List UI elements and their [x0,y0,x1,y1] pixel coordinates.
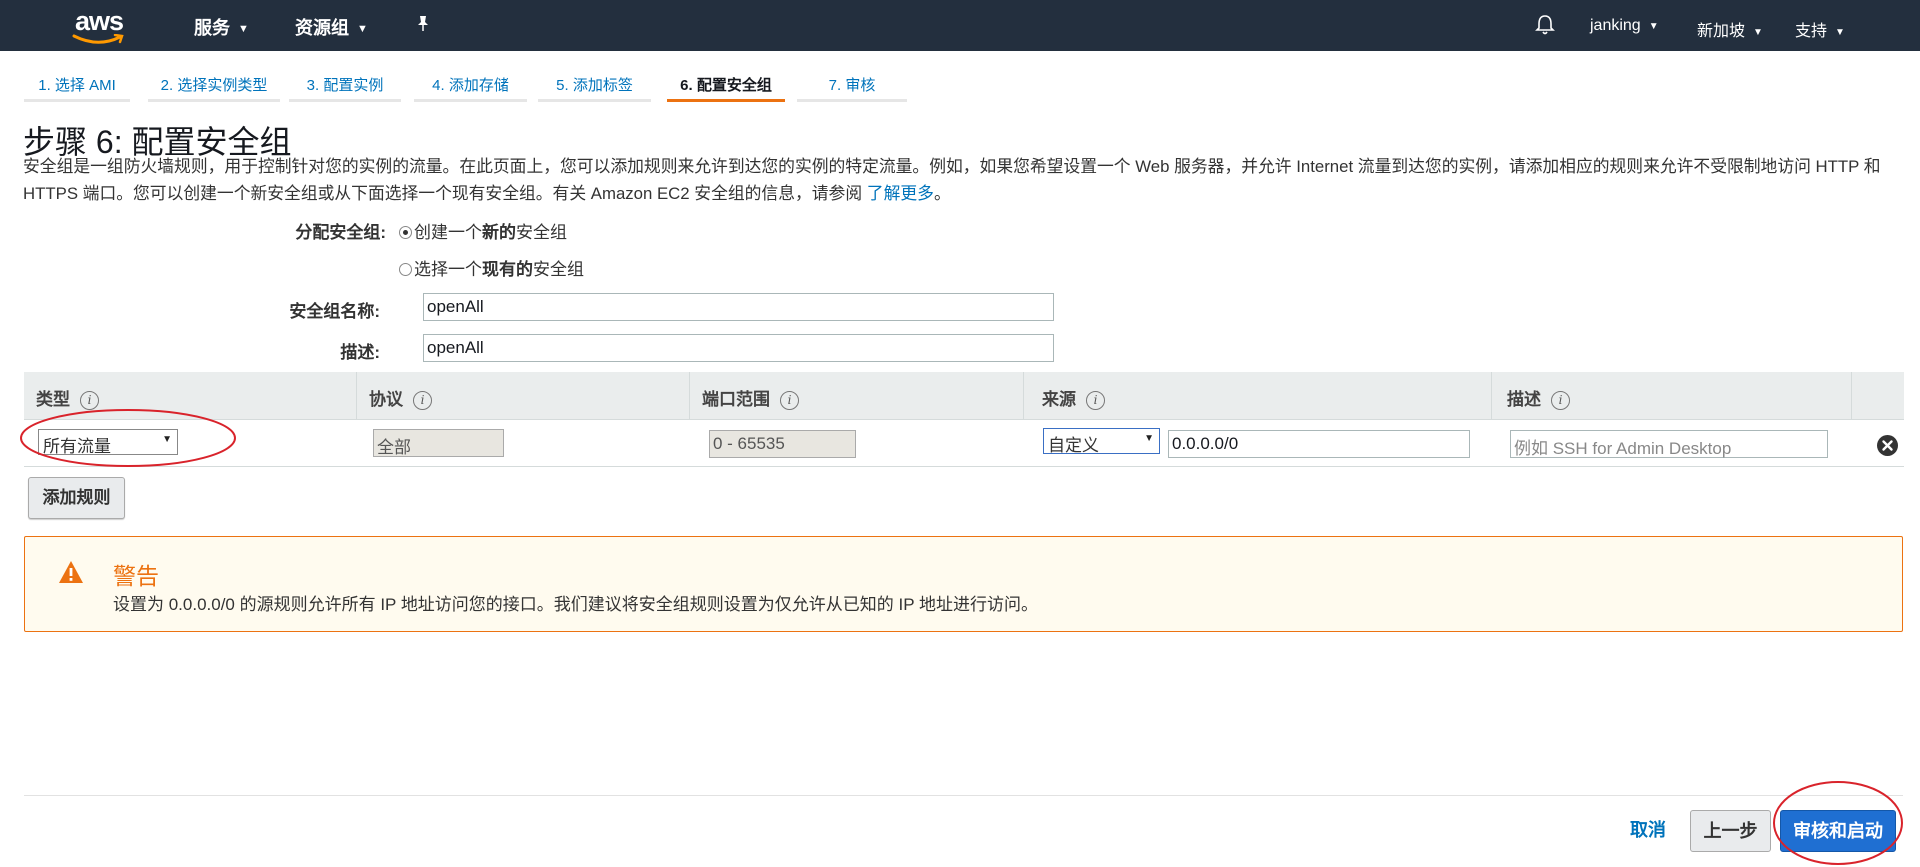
aws-smile-icon [72,34,124,44]
step-choose-ami[interactable]: 1. 选择 AMI [24,64,130,102]
rule-description-input[interactable]: 例如 SSH for Admin Desktop [1510,430,1828,458]
step-review[interactable]: 7. 审核 [797,64,907,102]
caret-down-icon: ▼ [1835,27,1845,38]
warning-text: 设置为 0.0.0.0/0 的源规则允许所有 IP 地址访问您的接口。我们建议将… [113,595,1039,614]
rule-description-placeholder: 例如 SSH for Admin Desktop [1514,439,1732,458]
info-icon[interactable]: i [780,391,799,410]
sg-name-input[interactable]: openAll [423,293,1054,321]
aws-logo-text: aws [75,6,124,36]
caret-down-icon: ▼ [238,23,249,35]
warning-alert: 警告 设置为 0.0.0.0/0 的源规则允许所有 IP 地址访问您的接口。我们… [24,536,1903,632]
header-type-label: 类型 [36,390,70,409]
info-icon[interactable]: i [1086,391,1105,410]
region-label: 新加坡 [1697,23,1746,40]
source-type-select[interactable]: 自定义 ▼ [1043,428,1160,455]
top-navigation: aws 服务 ▼ 资源组 ▼ janking ▼ 新加坡 ▼ 支持 ▼ [0,0,1920,51]
radio-unselected [399,263,412,276]
create-new-pre: 创建一个 [414,223,482,242]
caret-down-icon: ▼ [1753,27,1763,38]
info-icon[interactable]: i [413,391,432,410]
description-period: 。 [933,184,951,203]
services-label: 服务 [194,18,230,38]
header-description: 描述 i [1492,372,1852,420]
page-description: 安全组是一组防火墙规则，用于控制针对您的实例的流量。在此页面上，您可以添加规则来… [23,153,1893,207]
source-cidr-input[interactable]: 0.0.0.0/0 [1168,430,1470,458]
header-port-range: 端口范围 i [690,372,1024,420]
user-label: janking [1590,17,1641,34]
region-menu[interactable]: 新加坡 ▼ [1697,17,1763,41]
sg-name-label: 安全组名称: [289,302,380,321]
resource-groups-label: 资源组 [295,18,349,38]
source-type-value: 自定义 [1048,436,1099,455]
review-and-launch-button[interactable]: 审核和启动 [1780,810,1896,852]
description-text: 安全组是一组防火墙规则，用于控制针对您的实例的流量。在此页面上，您可以添加规则来… [23,157,1881,203]
warning-icon [58,560,84,589]
port-range-field: 0 - 65535 [709,430,856,458]
step-configure-instance[interactable]: 3. 配置实例 [289,64,401,102]
header-source: 来源 i [1024,372,1492,420]
rule-row: 所有流量 ▼ 全部 0 - 65535 自定义 ▼ 0.0.0.0/0 例如 SSH… [24,422,1904,467]
user-menu[interactable]: janking ▼ [1590,17,1659,35]
caret-down-icon: ▼ [357,23,368,35]
caret-down-icon: ▼ [1144,433,1154,444]
info-icon[interactable]: i [80,391,99,410]
previous-button[interactable]: 上一步 [1690,810,1771,852]
header-port-range-label: 端口范围 [702,390,770,409]
cancel-button[interactable]: 取消 [1630,816,1666,844]
header-protocol-label: 协议 [369,390,403,409]
bell-icon[interactable] [1535,14,1555,41]
select-existing-bold: 现有的 [482,260,533,279]
step-add-storage[interactable]: 4. 添加存储 [414,64,527,102]
support-menu[interactable]: 支持 ▼ [1795,17,1845,41]
create-new-post: 安全组 [516,223,567,242]
sg-description-label: 描述: [340,343,380,362]
remove-icon[interactable] [1877,435,1898,456]
caret-down-icon: ▼ [1648,21,1659,32]
assign-sg-label: 分配安全组: [295,223,386,242]
add-rule-button[interactable]: 添加规则 [28,477,125,519]
sg-description-input[interactable]: openAll [423,334,1054,362]
header-description-label: 描述 [1507,390,1541,409]
warning-title: 警告 [113,563,159,589]
rules-table-header: 类型 i 协议 i 端口范围 i 来源 i 描述 i [24,372,1904,420]
caret-down-icon: ▼ [162,434,172,445]
aws-logo[interactable]: aws [70,6,130,44]
create-new-bold: 新的 [482,223,516,242]
select-existing-pre: 选择一个 [414,260,482,279]
select-existing-post: 安全组 [533,260,584,279]
type-select[interactable]: 所有流量 ▼ [38,429,178,456]
services-menu[interactable]: 服务 ▼ [194,14,249,40]
pin-icon[interactable] [414,14,432,39]
step-instance-type[interactable]: 2. 选择实例类型 [148,64,280,102]
header-protocol: 协议 i [357,372,690,420]
header-type: 类型 i [24,372,357,420]
support-label: 支持 [1795,23,1828,40]
step-security-group[interactable]: 6. 配置安全组 [667,64,785,102]
resource-groups-menu[interactable]: 资源组 ▼ [295,14,368,40]
protocol-field: 全部 [373,429,504,457]
create-new-sg-radio[interactable]: 创建一个新的安全组 [399,218,567,243]
learn-more-link[interactable]: 了解更多 [867,184,934,203]
step-add-tags[interactable]: 5. 添加标签 [538,64,651,102]
select-existing-sg-radio[interactable]: 选择一个现有的安全组 [399,255,584,280]
radio-selected [399,226,412,239]
header-source-label: 来源 [1042,390,1076,409]
type-select-value: 所有流量 [43,437,111,456]
info-icon[interactable]: i [1551,391,1570,410]
footer-divider [24,795,1903,796]
